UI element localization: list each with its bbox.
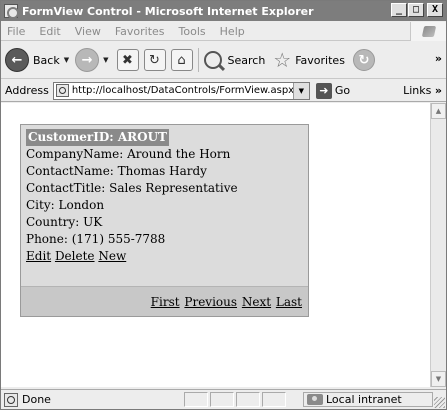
go-button[interactable]: ➜ Go (315, 82, 351, 99)
address-bar: Address http://localhost/DataControls/Fo… (1, 80, 446, 102)
back-button[interactable]: ← Back ▼ (5, 48, 69, 72)
window-title: FormView Control - Microsoft Internet Ex… (22, 4, 314, 18)
address-dropdown-icon[interactable]: ▼ (292, 82, 309, 99)
field-label: City: (26, 198, 55, 212)
edit-link[interactable]: Edit (26, 249, 51, 263)
history-icon[interactable]: ↻ (352, 49, 375, 71)
status-page-icon (4, 392, 18, 407)
address-url[interactable]: http://localhost/DataControls/FormView.a… (72, 85, 294, 96)
field-value: (171) 555-7788 (71, 232, 166, 246)
pager-first-link[interactable]: First (151, 295, 180, 309)
menu-tools[interactable]: Tools (172, 25, 213, 38)
field-value: Thomas Hardy (117, 164, 207, 178)
back-label: Back (33, 53, 60, 67)
pager-last-link[interactable]: Last (276, 295, 302, 309)
intranet-zone-icon (307, 394, 323, 405)
forward-button[interactable]: → ▼ (75, 48, 109, 72)
status-text: Done (22, 393, 51, 406)
status-bar: Done Local intranet (1, 389, 446, 409)
browser-window: FormView Control - Microsoft Internet Ex… (0, 0, 447, 410)
toolbar-more-chevron-icon[interactable]: » (435, 52, 442, 65)
field-label: Phone: (26, 232, 68, 246)
standard-toolbar: ← Back ▼ → ▼ ✖ ↻ ⌂ Search ☆ Favorites ↻ … (1, 42, 446, 79)
maximize-button[interactable]: □ (408, 3, 424, 17)
status-panes (184, 392, 288, 407)
resize-grip-icon[interactable] (434, 397, 445, 408)
formview-header: CustomerID: AROUT (26, 129, 169, 146)
security-zone: Local intranet (303, 392, 433, 407)
menu-help[interactable]: Help (213, 25, 252, 38)
favorites-label: Favorites (295, 53, 345, 67)
refresh-button[interactable]: ↻ (143, 49, 166, 71)
stop-button[interactable]: ✖ (116, 49, 139, 71)
window-controls: _ □ X (391, 3, 443, 17)
menu-edit[interactable]: Edit (32, 25, 67, 38)
favorites-button[interactable]: ☆ Favorites (273, 50, 345, 70)
field-contact-name: ContactName: Thomas Hardy (26, 163, 304, 180)
formview-pager: First Previous Next Last (21, 286, 308, 316)
scroll-down-icon[interactable]: ▼ (431, 371, 446, 387)
search-label: Search (227, 53, 266, 67)
field-value: Around the Horn (127, 147, 231, 161)
search-icon (203, 51, 222, 69)
menu-bar: File Edit View Favorites Tools Help (1, 22, 446, 41)
back-arrow-icon: ← (5, 48, 29, 72)
status-pane (210, 392, 234, 407)
scroll-up-icon[interactable]: ▲ (431, 103, 446, 119)
minimize-button[interactable]: _ (391, 3, 407, 17)
status-pane (236, 392, 260, 407)
formview-actions: Edit Delete New (26, 248, 304, 265)
home-button[interactable]: ⌂ (170, 49, 193, 71)
favorites-star-icon: ☆ (273, 48, 292, 72)
vertical-scrollbar[interactable]: ▲ ▼ (430, 103, 446, 387)
field-value: London (58, 198, 105, 212)
links-more-chevron-icon: » (434, 84, 442, 97)
status-pane (184, 392, 208, 407)
field-city: City: London (26, 197, 304, 214)
links-label: Links (403, 84, 432, 97)
toolbar-separator (197, 48, 199, 72)
windows-logo-icon (410, 22, 446, 41)
formview-control: CustomerID: AROUT CompanyName: Around th… (20, 124, 309, 317)
go-arrow-icon: ➜ (315, 82, 332, 99)
title-bar: FormView Control - Microsoft Internet Ex… (1, 1, 446, 21)
field-label: CompanyName: (26, 147, 124, 161)
go-label: Go (334, 84, 351, 97)
field-label: ContactTitle: (26, 181, 106, 195)
forward-dropdown-icon[interactable]: ▼ (103, 56, 108, 64)
field-phone: Phone: (171) 555-7788 (26, 231, 304, 248)
field-contact-title: ContactTitle: Sales Representative (26, 180, 304, 197)
field-country: Country: UK (26, 214, 304, 231)
new-link[interactable]: New (98, 249, 126, 263)
ie-page-icon (4, 4, 19, 19)
menu-view[interactable]: View (68, 25, 108, 38)
search-button[interactable]: Search (203, 51, 266, 69)
zone-label: Local intranet (326, 393, 402, 406)
field-value: UK (83, 215, 103, 229)
pager-previous-link[interactable]: Previous (184, 295, 237, 309)
close-button[interactable]: X (427, 3, 443, 17)
menu-favorites[interactable]: Favorites (108, 25, 172, 38)
status-pane (262, 392, 286, 407)
pager-next-link[interactable]: Next (242, 295, 271, 309)
address-label: Address (5, 84, 49, 97)
field-label: ContactName: (26, 164, 114, 178)
back-dropdown-icon[interactable]: ▼ (64, 56, 69, 64)
address-input[interactable]: http://localhost/DataControls/FormView.a… (52, 81, 310, 100)
field-company-name: CompanyName: Around the Horn (26, 146, 304, 163)
field-label: Country: (26, 215, 80, 229)
field-value: Sales Representative (109, 181, 238, 195)
menu-file[interactable]: File (1, 25, 32, 38)
forward-arrow-icon: → (75, 48, 100, 72)
page-content: CustomerID: AROUT CompanyName: Around th… (1, 103, 446, 387)
links-button[interactable]: Links » (403, 84, 442, 97)
delete-link[interactable]: Delete (55, 249, 95, 263)
page-icon (55, 84, 69, 97)
